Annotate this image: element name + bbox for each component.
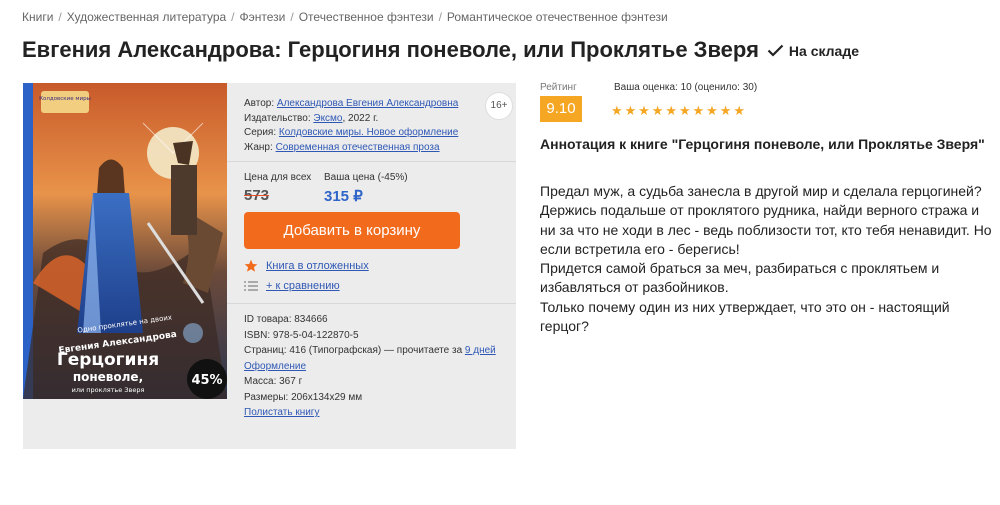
rating-block: Рейтинг 9.10 Ваша оценка: 10 (оценило: 3… — [540, 82, 757, 122]
annotation-text: Предал муж, а судьба занесла в другой ми… — [540, 182, 995, 336]
breadcrumb-item-romantic-fantasy[interactable]: Романтическое отечественное фэнтези — [447, 10, 668, 24]
your-rating: Ваша оценка: 10 (оценило: 30) — [614, 82, 758, 93]
breadcrumb-separator: / — [438, 10, 442, 24]
annotation-paragraph: Придется самой браться за меч, разбирать… — [540, 260, 940, 296]
compare-row: + к сравнению — [244, 280, 340, 292]
publisher-row: Издательство: Эксмо, 2022 г. — [244, 112, 516, 127]
check-icon — [767, 44, 784, 57]
add-to-cart-button[interactable]: Добавить в корзину — [244, 212, 460, 249]
annotation-title: Аннотация к книге "Герцогиня поневоле, и… — [540, 136, 985, 152]
rating-star-icon[interactable]: ★ — [664, 104, 678, 117]
rating-star-icon[interactable]: ★ — [637, 104, 651, 117]
divider — [227, 303, 516, 304]
rating-value: 9.10 — [540, 96, 582, 122]
rating-star-icon[interactable]: ★ — [610, 104, 624, 117]
rating-star-icon[interactable]: ★ — [719, 104, 733, 117]
rating-star-icon[interactable]: ★ — [678, 104, 692, 117]
series-label: Серия: — [244, 127, 277, 138]
cover-title-line1: Герцогиня — [57, 350, 159, 370]
price-all-label: Цена для всех — [244, 172, 312, 183]
rating-star-icon[interactable]: ★ — [651, 104, 665, 117]
rating-star-icon[interactable]: ★ — [624, 104, 638, 117]
favorite-link[interactable]: Книга в отложенных — [266, 260, 369, 272]
publish-year: , 2022 г. — [342, 112, 379, 124]
breadcrumb-item-fiction[interactable]: Художественная литература — [67, 10, 226, 24]
cover-title-line2: поневоле, — [73, 370, 143, 384]
book-cover-art: Колдовские миры Одно проклятье на двоих … — [23, 83, 227, 399]
compare-link[interactable]: + к сравнению — [266, 280, 340, 292]
star-icon — [244, 259, 258, 272]
preview-book-link[interactable]: Полистать книгу — [244, 407, 319, 418]
book-meta: Автор: Александрова Евгения Александровн… — [244, 97, 516, 155]
pages-row: Страниц: 416 (Типографская) — прочитаете… — [244, 343, 496, 359]
old-price: 573 — [244, 187, 270, 204]
reading-time-link[interactable]: 9 дней — [465, 345, 496, 356]
favorite-row: Книга в отложенных — [244, 259, 369, 273]
weight: Масса: 367 г — [244, 376, 303, 387]
price-yours-label: Ваша цена (-45%) — [324, 172, 408, 183]
publisher-link[interactable]: Эксмо — [313, 113, 342, 124]
stock-label: На складе — [788, 42, 860, 59]
annotation-paragraph: Только почему один из них утверждает, чт… — [540, 298, 950, 335]
genre-label: Жанр: — [244, 141, 273, 153]
genre-link[interactable]: Современная отечественная проза — [276, 142, 440, 153]
author-label: Автор: — [244, 98, 275, 109]
breadcrumb-item-fantasy[interactable]: Фэнтези — [240, 10, 286, 24]
rating-star-icon[interactable]: ★ — [732, 104, 746, 117]
breadcrumb: Книги / Художественная литература / Фэнтези /… — [22, 10, 668, 24]
breadcrumb-item-books[interactable]: Книги — [22, 10, 53, 24]
divider — [227, 161, 516, 162]
price-yours: Ваша цена (-45%) 315 ₽ — [324, 172, 408, 205]
design-link[interactable]: Оформление — [244, 361, 306, 372]
new-price: 315 ₽ — [324, 188, 363, 205]
price-all: Цена для всех 573 — [244, 172, 311, 204]
compare-list-icon — [244, 281, 258, 291]
rating-label: Рейтинг — [540, 82, 577, 93]
publisher-label: Издательство: — [244, 112, 311, 124]
breadcrumb-separator: / — [58, 10, 62, 24]
breadcrumb-item-domestic-fantasy[interactable]: Отечественное фэнтези — [299, 10, 434, 24]
annotation-paragraph: Предал муж, а судьба занесла в другой ми… — [540, 183, 992, 257]
series-row: Серия: Колдовские миры. Новое оформление — [244, 126, 516, 141]
isbn: ISBN: 978-5-04-122870-5 — [244, 329, 359, 341]
breadcrumb-separator: / — [290, 10, 294, 24]
book-cover[interactable]: Колдовские миры Одно проклятье на двоих … — [23, 83, 227, 399]
pages-text: Страниц: 416 (Типографская) — прочитаете… — [244, 345, 465, 356]
discount-badge: 45% — [191, 373, 222, 388]
stock-status: На складе — [767, 43, 859, 59]
design-row: Оформление — [244, 359, 496, 375]
title-row: Евгения Александрова: Герцогиня поневоле… — [22, 37, 859, 63]
cover-subtitle: или проклятье Зверя — [72, 386, 145, 394]
product-card: Колдовские миры Одно проклятье на двоих … — [23, 83, 516, 449]
rating-star-icon[interactable]: ★ — [705, 104, 719, 117]
rating-stars[interactable]: ★ ★ ★ ★ ★ ★ ★ ★ ★ ★ — [610, 104, 746, 117]
product-id: ID товара: 834666 — [244, 314, 328, 325]
page-title: Евгения Александрова: Герцогиня поневоле… — [22, 37, 759, 62]
product-details: ID товара: 834666 ISBN: 978-5-04-122870-… — [244, 312, 496, 421]
genre-row: Жанр: Современная отечественная проза — [244, 141, 516, 156]
author-link[interactable]: Александрова Евгения Александровна — [277, 98, 458, 109]
breadcrumb-separator: / — [231, 10, 235, 24]
cover-series-badge: Колдовские миры — [39, 96, 91, 102]
rating-star-icon[interactable]: ★ — [692, 104, 706, 117]
preview-row: Полистать книгу — [244, 405, 496, 421]
series-link[interactable]: Колдовские миры. Новое оформление — [279, 127, 458, 138]
author-row: Автор: Александрова Евгения Александровн… — [244, 97, 516, 112]
dimensions: Размеры: 206x134x29 мм — [244, 391, 363, 403]
